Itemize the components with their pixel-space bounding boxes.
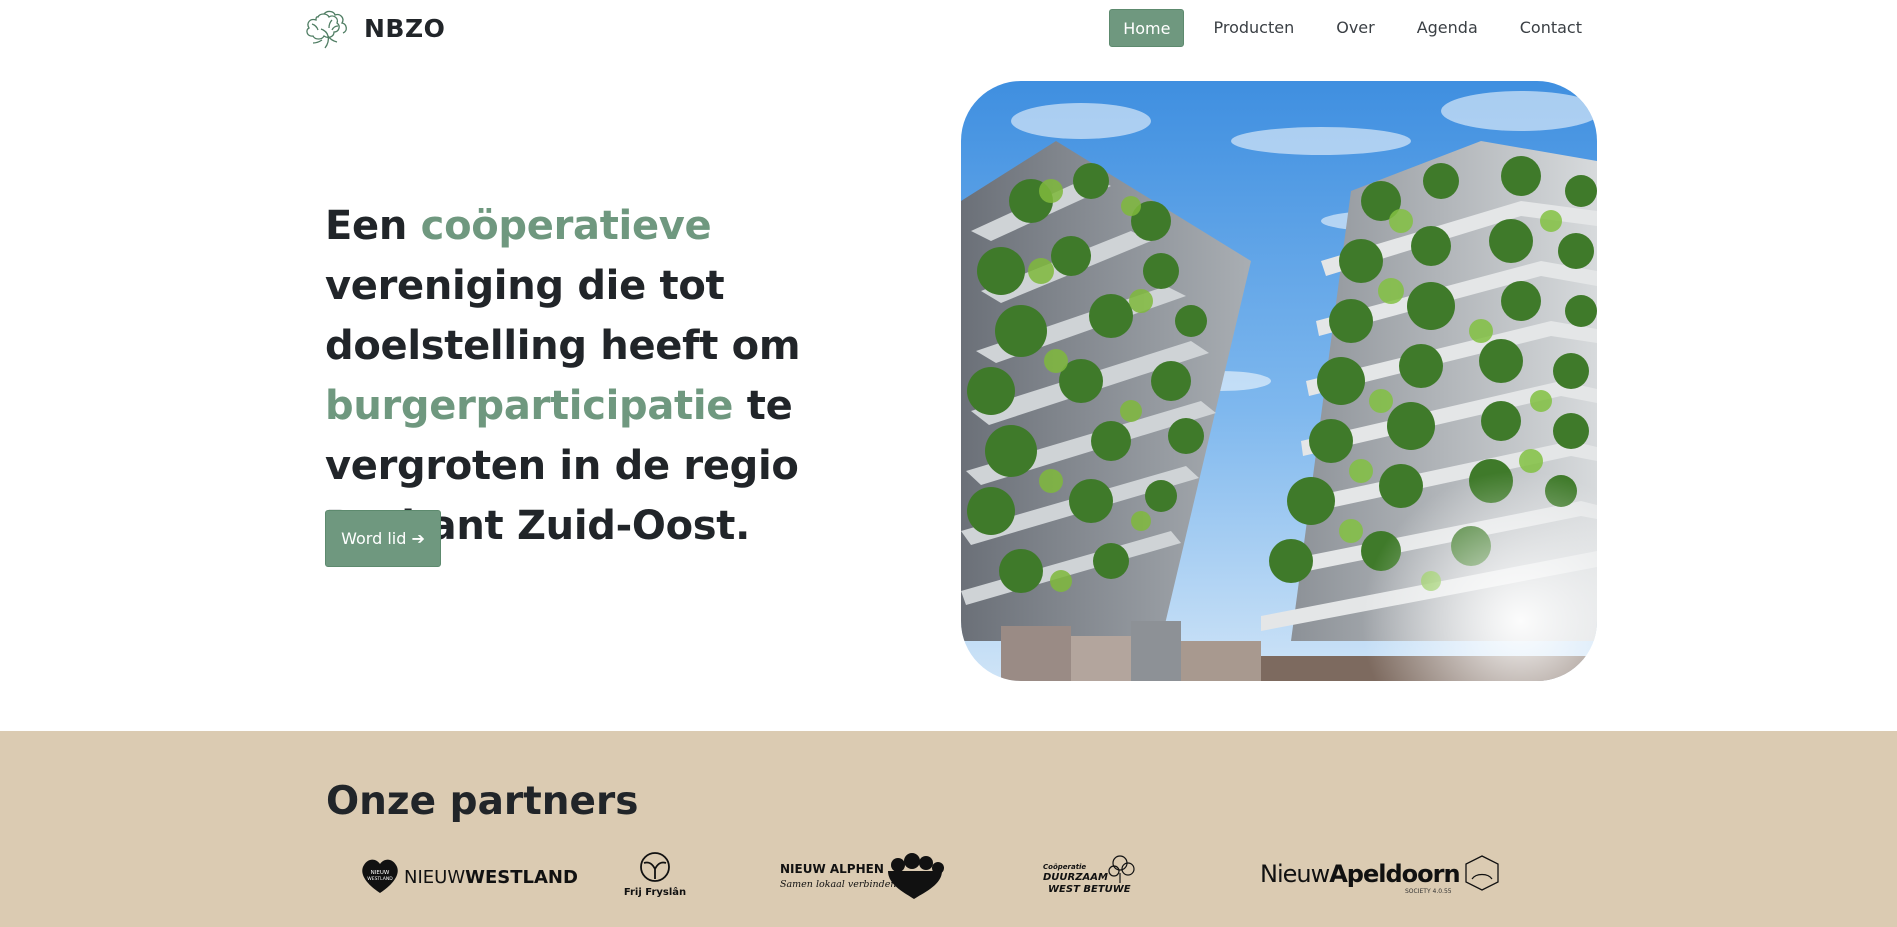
hero-title: Een coöperatieve vereniging die tot doel… [325, 196, 905, 556]
partner-logo-duurzaam-west-betuwe[interactable]: Coöperatie DUURZAAM WEST BETUWE [1040, 849, 1140, 903]
word-lid-button[interactable]: Word lid ➔ [325, 510, 441, 567]
navbar: NBZO Home Producten Over Agenda Contact [0, 0, 1897, 56]
logo-text: Apeldoorn [1329, 860, 1459, 888]
heart-icon: NIEUW WESTLAND NIEUWWESTLAND [362, 859, 578, 893]
nav-over[interactable]: Over [1323, 9, 1387, 47]
logo-badge-text: WESTLAND [367, 876, 393, 882]
logo-text: Frij Fryslân [624, 886, 686, 898]
hero-image [961, 81, 1597, 681]
main-nav: Home Producten Over Agenda Contact [1093, 9, 1595, 47]
hero-title-accent: coöperatieve [420, 203, 712, 249]
nav-producten[interactable]: Producten [1200, 9, 1307, 47]
nav-home[interactable]: Home [1109, 9, 1185, 47]
partner-logo-nieuw-westland[interactable]: NIEUW WESTLAND NIEUWWESTLAND [358, 849, 578, 903]
tree-logo-icon [306, 10, 347, 49]
logo-text: WEST BETUWE [1048, 884, 1131, 895]
logo-text: Coöperatie [1043, 863, 1086, 871]
brand-name: NBZO [364, 13, 446, 43]
nav-contact[interactable]: Contact [1507, 9, 1595, 47]
hero-title-part: Een [325, 203, 421, 249]
logo-text: DUURZAAM [1043, 872, 1108, 883]
hero-text: Een coöperatieve vereniging die tot doel… [325, 196, 905, 556]
hexagon-icon: NieuwApeldoorn SOCIETY 4.0.55 [1260, 855, 1499, 895]
bird-circle-icon: Frij Fryslân [624, 852, 686, 898]
partner-logo-nieuw-alphen[interactable]: NIEUW ALPHEN Samen lokaal verbinden [780, 849, 950, 903]
hero-title-accent: burgerparticipatie [325, 383, 734, 429]
svg-text:NieuwApeldoorn: NieuwApeldoorn [1260, 860, 1460, 888]
logo-text: Nieuw [1260, 860, 1330, 888]
partners-section: Onze partners NIEUW WESTLAND NIEUWWESTLA… [0, 731, 1897, 927]
logo-text: Samen lokaal verbinden [780, 879, 896, 890]
logo-text: SOCIETY 4.0.55 [1405, 888, 1452, 895]
nav-agenda[interactable]: Agenda [1404, 9, 1491, 47]
partner-logo-frij-fryslan[interactable]: Frij Fryslân [620, 849, 690, 903]
logo-text: NIEUW [404, 867, 465, 888]
partner-logo-nieuw-apeldoorn[interactable]: NieuwApeldoorn SOCIETY 4.0.55 [1260, 849, 1510, 903]
svg-text:NIEUWWESTLAND: NIEUWWESTLAND [404, 867, 578, 888]
partners-title: Onze partners [326, 779, 639, 824]
vertical-forest-photo [961, 81, 1597, 681]
tree-sketch-icon: Coöperatie DUURZAAM WEST BETUWE [1043, 855, 1135, 895]
logo-badge-text: NIEUW [371, 870, 390, 876]
hearts-cluster-icon: NIEUW ALPHEN Samen lokaal verbinden [780, 853, 944, 899]
brand[interactable]: NBZO [302, 6, 445, 50]
logo-text: WESTLAND [465, 867, 578, 888]
hero-title-part: vereniging die tot doelstelling heeft om [325, 263, 801, 369]
logo-text: NIEUW ALPHEN [780, 862, 884, 876]
